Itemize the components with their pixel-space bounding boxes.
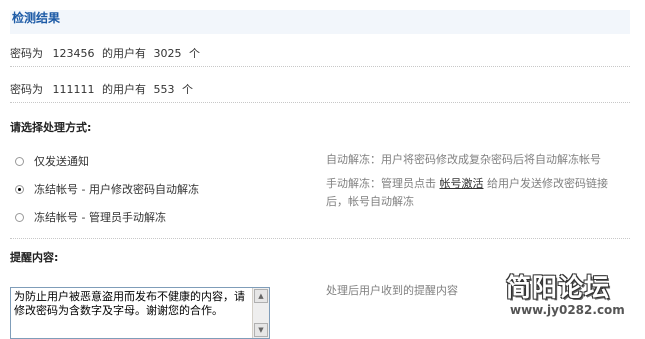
divider — [10, 238, 630, 239]
result-unit: 个 — [182, 83, 193, 96]
result-row-1: 密码为 123456 的用户有 3025 个 — [10, 42, 630, 67]
result-prefix: 密码为 — [10, 83, 43, 96]
result-count: 3025 — [153, 47, 182, 60]
scroll-up-icon[interactable]: ▲ — [254, 289, 268, 303]
scroll-down-icon[interactable]: ▼ — [254, 323, 268, 337]
result-unit: 个 — [189, 47, 200, 60]
result-count: 553 — [153, 83, 175, 96]
handling-label: 请选择处理方式: — [10, 121, 92, 134]
option-notify-label: 仅发送通知 — [34, 155, 89, 168]
watermark-logo: 简阳论坛 — [506, 273, 611, 302]
result-password: 111111 — [52, 83, 95, 96]
result-prefix: 密码为 — [10, 47, 43, 60]
reminder-label: 提醒内容: — [10, 251, 59, 264]
manual-help-suffix: 给用户发送修改密码链接 — [487, 177, 608, 190]
reminder-heading-row: 提醒内容: — [10, 246, 630, 270]
reminder-textarea[interactable]: 为防止用户被恶意盗用而发布不健康的内容，请修改密码为含数字及字母。谢谢您的合作。… — [10, 287, 270, 339]
radio-freeze-manual[interactable] — [15, 213, 24, 222]
security-check-panel: 检测结果 密码为 123456 的用户有 3025 个 密码为 111111 的… — [0, 0, 645, 339]
textarea-scrollbar[interactable]: ▲ ▼ — [252, 288, 269, 338]
option-freeze-manual-label: 冻结帐号 - 管理员手动解冻 — [34, 211, 166, 224]
forum-watermark: 简阳论坛 www.jy0282.com — [506, 268, 636, 328]
radio-notify[interactable] — [15, 157, 24, 166]
activate-account-link[interactable]: 帐号激活 — [440, 177, 484, 190]
result-password: 123456 — [52, 47, 95, 60]
option-freeze-auto-label: 冻结帐号 - 用户修改密码自动解冻 — [34, 183, 199, 196]
handling-heading-row: 请选择处理方式: — [10, 116, 630, 140]
watermark-url: www.jy0282.com — [510, 303, 625, 317]
manual-unfreeze-help: 手动解冻：管理员点击 帐号激活 给用户发送修改密码链接 后，帐号自动解冻 — [326, 175, 636, 211]
result-middle: 的用户有 — [102, 83, 146, 96]
result-row-2: 密码为 111111 的用户有 553 个 — [10, 78, 630, 103]
radio-freeze-auto[interactable] — [15, 185, 24, 194]
results-title: 检测结果 — [10, 10, 630, 34]
reminder-hint: 处理后用户收到的提醒内容 — [326, 284, 458, 297]
auto-unfreeze-help: 自动解冻：用户将密码修改成复杂密码后将自动解冻帐号 — [326, 153, 601, 166]
result-middle: 的用户有 — [102, 47, 146, 60]
manual-help-line2: 后，帐号自动解冻 — [326, 195, 414, 208]
reminder-text[interactable]: 为防止用户被恶意盗用而发布不健康的内容，请修改密码为含数字及字母。谢谢您的合作。 — [14, 290, 252, 318]
manual-help-prefix: 手动解冻：管理员点击 — [326, 177, 436, 190]
